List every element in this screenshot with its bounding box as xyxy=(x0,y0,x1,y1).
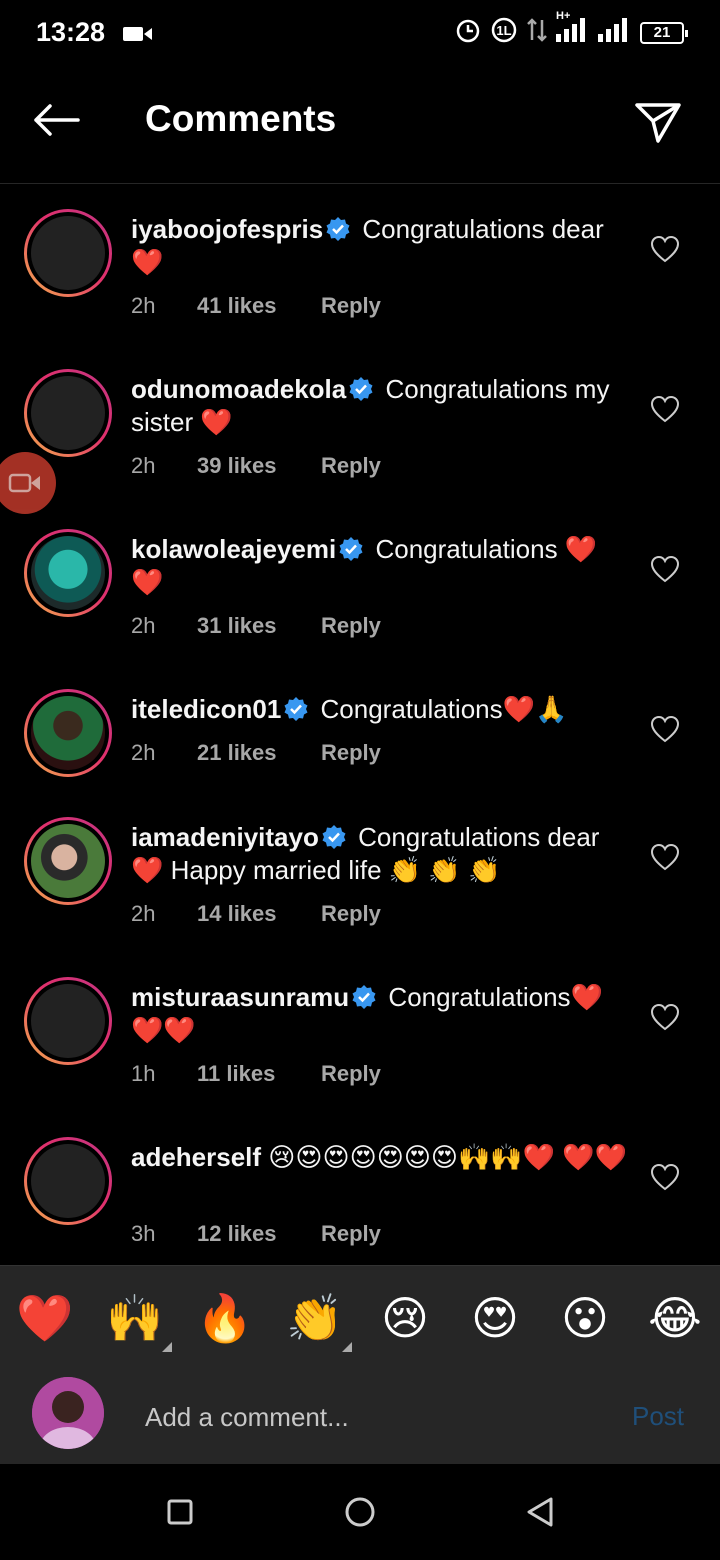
comment-time: 2h xyxy=(131,453,156,478)
verified-badge-icon xyxy=(322,825,346,849)
video-camera-icon xyxy=(123,25,153,48)
comment-meta: 3h 12 likes Reply xyxy=(131,1221,381,1247)
emoji-crying-face[interactable]: 😢 xyxy=(375,1288,435,1348)
like-heart-icon[interactable] xyxy=(650,395,680,423)
system-nav-bar xyxy=(0,1464,720,1560)
status-icons: 1L H+ 21 xyxy=(454,10,688,49)
avatar[interactable] xyxy=(24,529,112,617)
video-camera-icon xyxy=(8,473,40,493)
post-button[interactable]: Post xyxy=(632,1401,684,1432)
avatar[interactable] xyxy=(24,977,112,1065)
svg-text:1L: 1L xyxy=(496,23,511,38)
square-icon xyxy=(167,1499,193,1525)
comment-username[interactable]: iyaboojofespris xyxy=(131,214,323,244)
emoji-heart-eyes[interactable]: 😍 xyxy=(465,1288,525,1348)
reply-button[interactable]: Reply xyxy=(321,740,381,766)
avatar[interactable] xyxy=(24,689,112,777)
skin-tone-indicator xyxy=(162,1342,172,1352)
avatar xyxy=(32,1377,104,1449)
comment-time: 3h xyxy=(131,1221,156,1246)
comment-time: 2h xyxy=(131,613,156,638)
comment-likes[interactable]: 21 likes xyxy=(197,740,321,766)
comments-list[interactable]: iyaboojofespris Congratulations dear ❤️ … xyxy=(0,185,720,1265)
circle-icon xyxy=(345,1497,375,1527)
status-bar: 13:28 1L H+ 21 xyxy=(0,0,720,66)
comment-meta: 2h 21 likes Reply xyxy=(131,740,381,766)
emoji-fire[interactable]: 🔥 xyxy=(195,1288,255,1348)
verified-badge-icon xyxy=(284,697,308,721)
comment-body: 😢😍😍😍😍😍😍🙌🙌❤️ ❤️❤️ xyxy=(261,1142,628,1172)
comment-meta: 1h 11 likes Reply xyxy=(131,1061,381,1087)
skin-tone-indicator xyxy=(342,1342,352,1352)
data-transfer-icon xyxy=(526,16,548,49)
share-button[interactable] xyxy=(632,96,684,148)
avatar[interactable] xyxy=(24,817,112,905)
reply-button[interactable]: Reply xyxy=(321,453,381,479)
emoji-clapping-hands[interactable]: 👏 xyxy=(285,1288,345,1348)
comment-likes[interactable]: 31 likes xyxy=(197,613,321,639)
verified-badge-icon xyxy=(352,985,376,1009)
comment-time: 2h xyxy=(131,901,156,926)
reply-button[interactable]: Reply xyxy=(321,293,381,319)
verified-badge-icon xyxy=(339,537,363,561)
paper-plane-icon xyxy=(635,103,681,143)
signal-icon-2 xyxy=(598,16,632,49)
like-heart-icon[interactable] xyxy=(650,715,680,743)
comment-meta: 2h 39 likes Reply xyxy=(131,453,381,479)
page-title: Comments xyxy=(145,98,337,139)
emoji-surprised-face[interactable]: 😮 xyxy=(555,1288,615,1348)
reply-button[interactable]: Reply xyxy=(321,1061,381,1087)
like-heart-icon[interactable] xyxy=(650,555,680,583)
status-time: 13:28 xyxy=(36,17,106,47)
like-heart-icon[interactable] xyxy=(650,843,680,871)
arrow-left-icon xyxy=(34,104,80,136)
comment-time: 1h xyxy=(131,1061,156,1086)
battery-icon: 21 xyxy=(640,21,688,44)
header: Comments xyxy=(0,66,720,184)
verified-badge-icon xyxy=(349,377,373,401)
comment-username[interactable]: adeherself xyxy=(131,1142,261,1172)
recent-apps-button[interactable] xyxy=(160,1492,200,1532)
comment-meta: 2h 41 likes Reply xyxy=(131,293,381,319)
like-heart-icon[interactable] xyxy=(650,235,680,263)
emoji-raising-hands[interactable]: 🙌 xyxy=(105,1288,165,1348)
comment-time: 2h xyxy=(131,293,156,318)
verified-badge-icon xyxy=(326,217,350,241)
comment-likes[interactable]: 14 likes xyxy=(197,901,321,927)
comment-input[interactable] xyxy=(145,1397,605,1437)
comment-username[interactable]: odunomoadekola xyxy=(131,374,346,404)
reply-button[interactable]: Reply xyxy=(321,901,381,927)
avatar[interactable] xyxy=(24,1137,112,1225)
back-button[interactable] xyxy=(28,96,84,144)
triangle-back-icon xyxy=(527,1497,553,1527)
emoji-laughing-face[interactable]: 😂 xyxy=(645,1288,705,1348)
network-type: H+ xyxy=(556,10,571,22)
reply-button[interactable]: Reply xyxy=(321,1221,381,1247)
home-button[interactable] xyxy=(340,1492,380,1532)
comment-likes[interactable]: 41 likes xyxy=(197,293,321,319)
comment-time: 2h xyxy=(131,740,156,765)
reply-button[interactable]: Reply xyxy=(321,613,381,639)
volte-icon: 1L xyxy=(490,16,518,49)
avatar[interactable] xyxy=(24,369,112,457)
comment-meta: 2h 14 likes Reply xyxy=(131,901,381,927)
back-nav-button[interactable] xyxy=(520,1492,560,1532)
like-heart-icon[interactable] xyxy=(650,1163,680,1191)
comment-likes[interactable]: 12 likes xyxy=(197,1221,321,1247)
comment-likes[interactable]: 39 likes xyxy=(197,453,321,479)
comment-username[interactable]: misturaasunramu xyxy=(131,982,349,1012)
emoji-reaction-bar: ❤️ 🙌 🔥 👏 😢 😍 😮 😂 xyxy=(0,1265,720,1369)
comment-username[interactable]: iamadeniyitayo xyxy=(131,822,319,852)
like-heart-icon[interactable] xyxy=(650,1003,680,1031)
emoji-heart[interactable]: ❤️ xyxy=(15,1288,75,1348)
comment-body: Congratulations❤️🙏 xyxy=(313,694,568,724)
comment-likes[interactable]: 11 likes xyxy=(197,1061,321,1087)
comment-username[interactable]: iteledicon01 xyxy=(131,694,281,724)
comment-username[interactable]: kolawoleajeyemi xyxy=(131,534,336,564)
signal-icon: H+ xyxy=(556,10,590,49)
alarm-icon xyxy=(454,16,482,49)
comment-composer: Post xyxy=(0,1369,720,1464)
avatar[interactable] xyxy=(24,209,112,297)
comment-meta: 2h 31 likes Reply xyxy=(131,613,381,639)
